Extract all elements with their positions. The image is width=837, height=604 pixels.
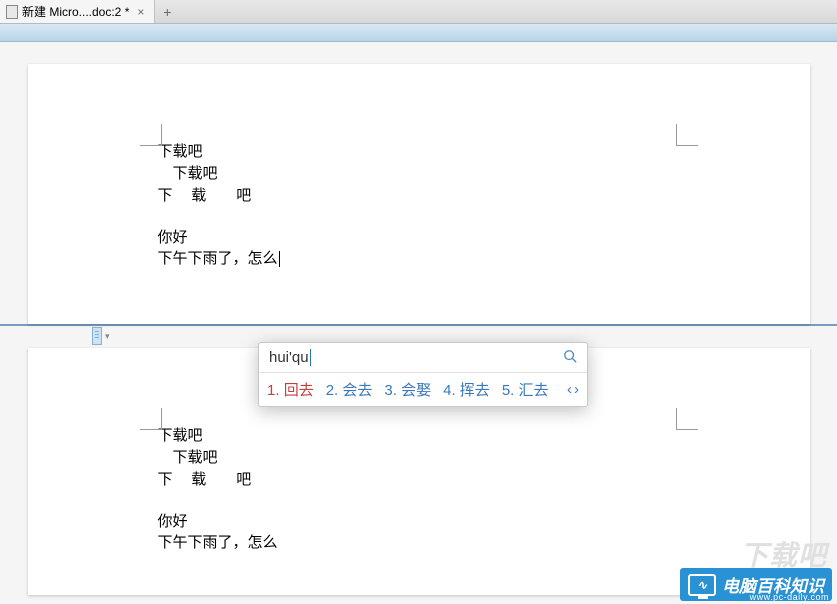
- search-icon[interactable]: [563, 349, 577, 366]
- tab-title: 新建 Micro....doc:2 *: [22, 3, 129, 20]
- text-line: 你好: [158, 512, 680, 534]
- ime-candidate[interactable]: 5. 汇去: [502, 379, 549, 400]
- text-line: 下载吧: [158, 142, 680, 164]
- ime-candidate[interactable]: 1. 回去: [267, 379, 314, 400]
- margin-marker-tl: [140, 124, 162, 146]
- text-line: 下载吧: [158, 448, 680, 470]
- margin-marker-tl: [140, 408, 162, 430]
- ime-candidates: 1. 回去 2. 会去 3. 会娶 4. 挥去 5. 汇去 ‹ ›: [259, 373, 587, 406]
- text-line: 下 载 吧: [158, 470, 680, 492]
- page-break: [0, 324, 837, 326]
- monitor-icon: ∿: [688, 574, 716, 596]
- document-tab[interactable]: 新建 Micro....doc:2 * ×: [0, 0, 155, 23]
- ime-prev-button[interactable]: ‹: [567, 381, 572, 398]
- margin-marker-tr: [676, 124, 698, 146]
- text-cursor: [278, 251, 280, 267]
- new-tab-button[interactable]: +: [155, 4, 179, 20]
- page-options-button[interactable]: ▾: [92, 326, 110, 346]
- text-line: 你好: [158, 228, 680, 250]
- ime-candidate[interactable]: 2. 会去: [326, 379, 373, 400]
- page-icon: [92, 327, 102, 345]
- document-page[interactable]: ▾ 下载吧 下载吧 下 载 吧 你好 下午下雨了，怎么: [28, 64, 810, 324]
- blank-line: [158, 207, 680, 227]
- text-line: 下午下雨了，怎么: [158, 533, 680, 555]
- watermark-url: www.pc-daily.com: [750, 592, 829, 602]
- text-line: 下载吧: [158, 426, 680, 448]
- text-line: 下 载 吧: [158, 186, 680, 208]
- tab-bar: 新建 Micro....doc:2 * × +: [0, 0, 837, 24]
- ime-pagination: ‹ ›: [567, 381, 579, 398]
- ribbon-strip: [0, 24, 837, 42]
- page-content[interactable]: 下载吧 下载吧 下 载 吧 你好 下午下雨了，怎么: [158, 142, 680, 271]
- ime-candidate[interactable]: 3. 会娶: [384, 379, 431, 400]
- ime-next-button[interactable]: ›: [574, 381, 579, 398]
- doc-icon: [6, 5, 18, 19]
- ime-candidate[interactable]: 4. 挥去: [443, 379, 490, 400]
- tab-close-button[interactable]: ×: [133, 5, 148, 19]
- ime-composition[interactable]: hui'qu: [269, 349, 311, 366]
- page-content[interactable]: 下载吧 下载吧 下 载 吧 你好 下午下雨了，怎么: [158, 426, 680, 555]
- blank-line: [158, 491, 680, 511]
- text-line: 下载吧: [158, 164, 680, 186]
- chevron-down-icon: ▾: [105, 331, 110, 342]
- text-line: 下午下雨了，怎么: [158, 249, 680, 271]
- ime-input-row: hui'qu: [259, 343, 587, 373]
- pages-container: ▾ 下载吧 下载吧 下 载 吧 你好 下午下雨了，怎么 下载吧 下载吧 下 载 …: [0, 42, 837, 604]
- margin-marker-tr: [676, 408, 698, 430]
- ime-window: hui'qu 1. 回去 2. 会去 3. 会娶 4. 挥去 5. 汇去 ‹ ›: [258, 342, 588, 407]
